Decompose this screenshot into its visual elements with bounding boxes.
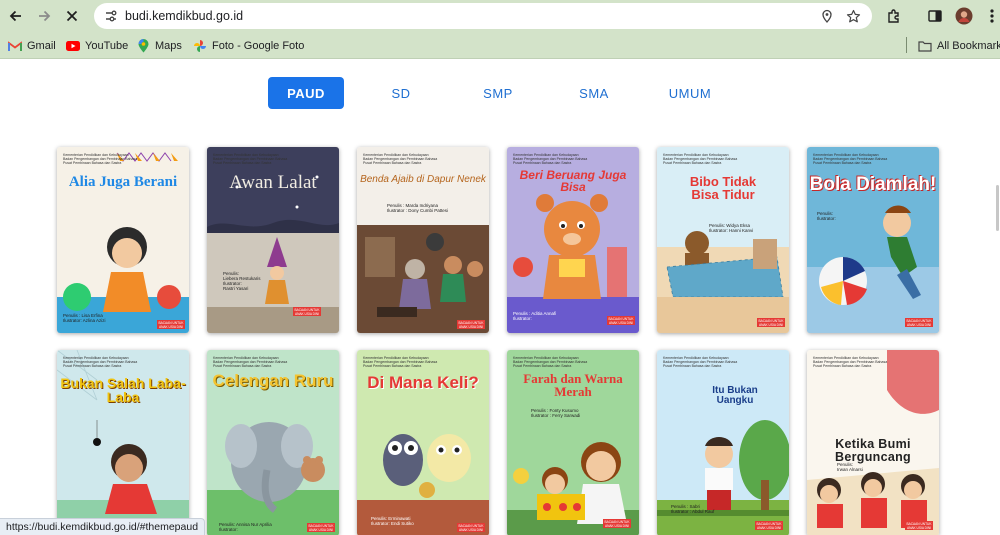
book-publisher: Kementerian Pendidikan dan Kebudayaan Ba… [663,356,738,368]
book-card-beri-beruang[interactable]: Kementerian Pendidikan dan Kebudayaan Ba… [507,147,639,333]
tab-paud[interactable]: PAUD [268,77,344,109]
book-credit: Penulis: Annisa Nur Aprilia Ilustrator: [219,522,272,532]
book-title: Itu Bukan Uangku [712,385,758,407]
address-bar[interactable]: budi.kemdikbud.go.id [94,3,872,29]
book-publisher: Kementerian Pendidikan dan Kebudayaan Ba… [363,356,438,368]
book-title: Bola Diamlah! [809,174,937,195]
book-card-alia-juga-berani[interactable]: Kementerian Pendidikan dan Kebudayaan Ba… [57,147,189,333]
book-publisher: Kementerian Pendidikan dan Kebudayaan Ba… [363,153,438,165]
gmail-icon [8,39,22,53]
book-title: Ketika Bumi Berguncang [835,437,911,464]
book-title: Bibo Tidak Bisa Tidur [689,174,757,203]
book-credit: Penulis: Ilustrator: [817,211,836,221]
book-card-bola-diamlah[interactable]: Kementerian Pendidikan dan Kebudayaan Ba… [807,147,939,333]
book-badge: BACAAN UNTUK ANAK USIA DINI [457,320,485,329]
book-badge: BACAAN UNTUK ANAK USIA DINI [457,523,485,532]
bookmarks-bar: Gmail YouTube Maps Foto - Google Foto Al… [0,32,1000,59]
book-badge: BACAAN UNTUK ANAK USIA DINI [757,318,785,327]
book-badge: BACAAN UNTUK ANAK USIA DINI [603,519,631,528]
book-publisher: Kementerian Pendidikan dan Kebudayaan Ba… [663,153,738,165]
book-title: Celengan Ruru [212,371,334,390]
bookmark-star-icon[interactable] [845,8,861,24]
back-button[interactable] [4,4,28,28]
book-card-awan-lalat[interactable]: Kementerian Pendidikan dan Kebudayaan Ba… [207,147,339,333]
maps-icon [136,39,150,53]
tab-sd[interactable]: SD [378,77,424,109]
all-bookmarks-button[interactable]: All Bookmarks [918,38,1000,54]
tab-umum[interactable]: UMUM [662,77,718,109]
book-title: Beri Beruang Juga Bisa [519,168,627,195]
tab-smp[interactable]: SMP [474,77,522,109]
book-title: Alia Juga Berani [68,174,178,190]
book-credit: Penulis : Lisa Erfina Ilustrator: Azlina… [63,313,106,323]
stop-loading-button[interactable] [60,4,84,28]
book-publisher: Kementerian Pendidikan dan Kebudayaan Ba… [213,153,288,165]
extensions-icon[interactable] [884,6,904,26]
book-badge: BACAAN UNTUK ANAK USIA DINI [905,521,933,530]
address-url[interactable]: budi.kemdikbud.go.id [125,9,243,23]
book-credit: Penulis : Sabri Ilustrator : Abdul Rauf [671,504,715,514]
side-panel-icon[interactable] [925,6,945,26]
youtube-icon [66,39,80,53]
folder-icon [918,39,932,53]
book-card-di-mana-keli[interactable]: Kementerian Pendidikan dan Kebudayaan Ba… [357,350,489,535]
book-credit: Penulis: Widya Eksa Ilustrator: Hanni Ka… [709,223,754,233]
book-card-celengan-ruru[interactable]: Kementerian Pendidikan dan Kebudayaan Ba… [207,350,339,535]
book-badge: BACAAN UNTUK ANAK USIA DINI [157,320,185,329]
page-scrollbar[interactable] [994,60,1000,535]
book-badge: BACAAN UNTUK ANAK USIA DINI [755,521,783,530]
tab-sma[interactable]: SMA [570,77,618,109]
profile-avatar[interactable] [954,6,974,26]
book-card-farah-dan-warna-merah[interactable]: Kementerian Pendidikan dan Kebudayaan Ba… [507,350,639,535]
book-card-bukan-salah-laba-laba[interactable]: Kementerian Pendidikan dan Kebudayaan Ba… [57,350,189,535]
book-card-benda-ajaib[interactable]: Kementerian Pendidikan dan Kebudayaan Ba… [357,147,489,333]
book-title: Awan Lalat [229,172,317,193]
book-publisher: Kementerian Pendidikan dan Kebudayaan Ba… [813,356,888,368]
forward-button[interactable] [32,4,56,28]
book-publisher: Kementerian Pendidikan dan Kebudayaan Ba… [63,153,138,165]
book-title: Di Mana Keli? [367,373,479,392]
book-publisher: Kementerian Pendidikan dan Kebudayaan Ba… [513,153,588,165]
link-status-bubble: https://budi.kemdikbud.go.id/#themepaud [0,518,206,535]
book-badge: BACAAN UNTUK ANAK USIA DINI [293,307,321,316]
book-title: Benda Ajaib di Dapur Nenek [360,174,486,185]
book-credit: Penulis : Marda Indriyana Ilustrator : D… [387,203,449,213]
bookmark-maps[interactable]: Maps [136,38,182,54]
book-badge: BACAAN UNTUK ANAK USIA DINI [607,316,635,325]
book-credit: Penulis : Aditia Annafi Ilustrator: [513,311,557,321]
arrow-left-icon [9,10,21,22]
arrow-right-icon [39,10,51,22]
book-publisher: Kementerian Pendidikan dan Kebudayaan Ba… [63,356,138,368]
site-info-icon[interactable] [103,8,119,24]
bookmark-gmail[interactable]: Gmail [8,38,56,54]
book-credit: Penulis: Irwan Alnarsi [837,462,863,472]
google-photos-icon [193,39,207,53]
book-badge: BACAAN UNTUK ANAK USIA DINI [307,523,335,532]
browser-toolbar: budi.kemdikbud.go.id [0,0,1000,32]
book-title: Bukan Salah Laba-Laba [60,375,186,406]
category-tabs: PAUD SD SMP SMA UMUM [0,77,1000,110]
book-badge: BACAAN UNTUK ANAK USIA DINI [905,318,933,327]
book-credit: Penulis: Liebera Restukaris Ilustrator: … [223,271,261,291]
bookmark-youtube[interactable]: YouTube [66,38,128,54]
book-card-itu-bukan-uangku[interactable]: Kementerian Pendidikan dan Kebudayaan Ba… [657,350,789,535]
menu-icon[interactable] [982,6,1000,26]
book-credit: Penulis : Fonty Kusumo Ilustrator : Ferr… [531,408,581,418]
book-publisher: Kementerian Pendidikan dan Kebudayaan Ba… [813,153,888,165]
book-card-ketika-bumi-berguncang[interactable]: Kementerian Pendidikan dan Kebudayaan Ba… [807,350,939,535]
bookmarks-separator [906,37,907,53]
book-title: Farah dan Warna Merah [523,371,623,400]
book-publisher: Kementerian Pendidikan dan Kebudayaan Ba… [213,356,288,368]
book-card-bibo[interactable]: Kementerian Pendidikan dan Kebudayaan Ba… [657,147,789,333]
scrollbar-thumb[interactable] [996,185,999,231]
book-credit: Penulis: Erminawati Ilustrator: Endi Sut… [371,516,414,526]
close-icon [66,10,78,22]
location-icon[interactable] [819,8,835,24]
book-publisher: Kementerian Pendidikan dan Kebudayaan Ba… [513,356,588,368]
bookmark-google-photos[interactable]: Foto - Google Foto [193,38,304,54]
